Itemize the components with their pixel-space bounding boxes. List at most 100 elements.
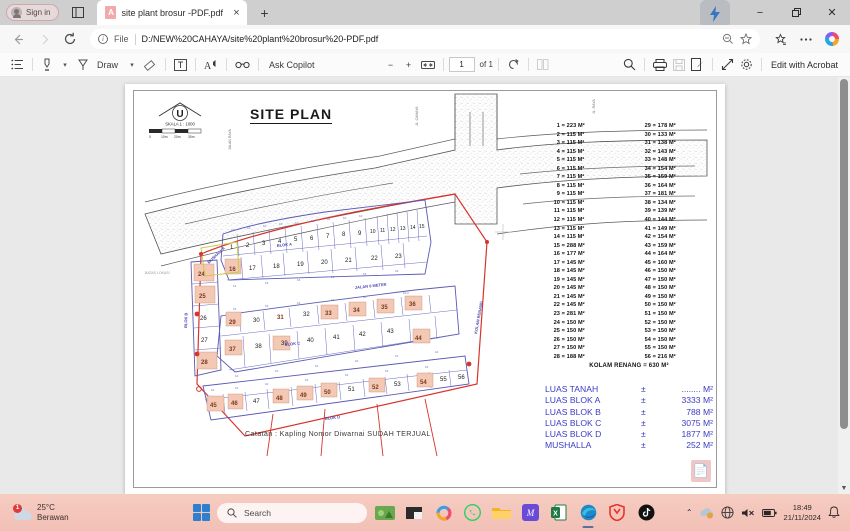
edit-with-acrobat-button[interactable]: Edit with Acrobat [767,60,842,70]
erase-button[interactable] [141,56,160,74]
scrollbar-thumb[interactable] [840,79,848,429]
svg-text:10: 10 [345,373,349,377]
luas-value: 1877 M² [681,429,713,440]
tiktok-icon[interactable] [635,502,657,524]
scroll-down-button[interactable]: ▼ [838,482,850,494]
page-scrollbar[interactable]: ▲ ▼ [838,77,850,494]
file-explorer-icon[interactable] [403,502,425,524]
restore-icon [791,8,801,17]
opera-gx-icon[interactable] [606,502,628,524]
whatsapp-icon[interactable] [461,502,483,524]
legend-column-left: 1 = 223 M² 2 = 115 M² 3 = 115 M² 4 = 115 M²… [543,122,624,361]
volume-mute-icon[interactable] [741,507,755,519]
toolbar-divider-8 [527,58,529,71]
svg-text:10: 10 [315,364,319,368]
legend-row: 22 = 145 M² [553,302,585,309]
save-button[interactable] [670,56,688,74]
zoom-out-button[interactable]: − [382,56,400,74]
refresh-button[interactable] [58,27,82,51]
address-bar[interactable]: i File D:/NEW%20CAHAYA/site%20plant%20br… [90,29,760,49]
highlight-button[interactable] [38,56,56,74]
legend-row: 16 = 177 M² [553,251,585,258]
site-info-icon[interactable]: i [98,34,108,44]
legend-row: 55 = 150 M² [644,345,676,352]
svg-text:BATAS LOKASI: BATAS LOKASI [145,271,170,275]
markup-button[interactable] [688,56,707,74]
svg-text:46: 46 [231,401,238,407]
minimize-button[interactable]: − [742,0,778,25]
svg-text:0: 0 [149,135,151,139]
start-button[interactable] [193,504,210,521]
eraser-icon [144,59,156,71]
legend-row: 46 = 150 M² [644,268,676,275]
collections-button[interactable] [768,27,792,51]
office-icon[interactable]: M [519,502,541,524]
widgets-icon[interactable] [374,502,396,524]
url-text[interactable]: D:/NEW%20CAHAYA/site%20plant%20brosur%20… [142,34,716,44]
svg-text:14: 14 [410,225,416,231]
luas-row: LUAS BLOK D ±1877 M² [545,429,713,440]
legend-row: 8 = 115 M² [556,182,585,189]
legend-row: 49 = 150 M² [644,293,676,300]
svg-text:10: 10 [359,214,363,218]
rotate-button[interactable] [504,56,523,74]
legend-row: 1 = 223 M² [556,123,585,129]
svg-text:26: 26 [200,316,207,322]
taskbar-clock[interactable]: 18:49 21/11/2024 [784,503,821,522]
tray-chevron-icon[interactable]: ⌃ [686,508,693,517]
browser-tab-active[interactable]: site plant brosur -PDF.pdf × [97,0,248,25]
zoom-out-icon[interactable] [722,33,734,45]
draw-dropdown[interactable]: ▾ [123,56,141,74]
sign-in-button[interactable]: Sign in [6,4,60,21]
add-text-button[interactable] [171,56,190,74]
kolam-renang-label: KOLAM RENANG = 630 M² [589,363,669,370]
fit-page-button[interactable] [418,56,438,74]
forward-button[interactable] [32,27,56,51]
star-icon[interactable] [740,33,752,45]
page-title: SITE PLAN [250,106,333,124]
reading-view-button[interactable] [232,56,253,74]
onedrive-icon[interactable] [700,506,714,519]
new-tab-button[interactable]: + [253,2,275,24]
draw-button[interactable] [74,56,92,74]
close-tab-button[interactable]: × [229,7,243,19]
notification-icon[interactable] [828,506,840,519]
back-button[interactable] [6,27,30,51]
read-aloud-button[interactable]: A [201,56,221,74]
page-number-input[interactable]: 1 [448,57,475,72]
print-button[interactable] [650,56,670,74]
close-window-button[interactable]: ✕ [814,0,850,25]
settings-more-button[interactable] [794,27,818,51]
table-of-contents-button[interactable] [8,56,27,74]
network-icon[interactable] [720,506,734,519]
weather-widget[interactable]: 1 25°C Berawan [13,503,69,523]
luas-row: LUAS BLOK A ±3333 M² [545,395,713,406]
toolbar-divider-11 [760,58,762,71]
taskbar-search[interactable]: Search [217,502,367,523]
svg-text:19: 19 [297,262,304,268]
ask-copilot-button[interactable]: Ask Copilot [264,56,320,74]
battery-icon[interactable] [761,508,777,518]
svg-text:SKALA 1 : 1000: SKALA 1 : 1000 [165,122,195,127]
registration-marks [495,224,511,240]
page-layout-button[interactable] [534,56,552,74]
search-button[interactable] [620,56,639,74]
edge-icon[interactable] [577,502,599,524]
draw-label[interactable]: Draw [92,56,123,74]
svg-text:10: 10 [311,219,315,223]
maximize-button[interactable] [778,0,814,25]
excel-icon[interactable]: X [548,502,570,524]
highlight-dropdown[interactable]: ▾ [56,56,74,74]
luas-row: LUAS BLOK B ±788 M² [545,407,713,418]
tab-actions-icon [72,7,85,18]
fullscreen-button[interactable] [718,56,737,74]
copilot-icon[interactable] [432,502,454,524]
tab-actions-button[interactable] [67,3,89,22]
split-screen-badge[interactable] [700,0,730,28]
zoom-in-button[interactable]: + [400,56,418,74]
copilot-button[interactable] [820,27,844,51]
collections-icon [774,32,786,45]
acrobat-floating-icon[interactable]: 📄 [691,460,711,482]
folder-icon[interactable] [490,502,512,524]
pdf-settings-button[interactable] [737,56,756,74]
